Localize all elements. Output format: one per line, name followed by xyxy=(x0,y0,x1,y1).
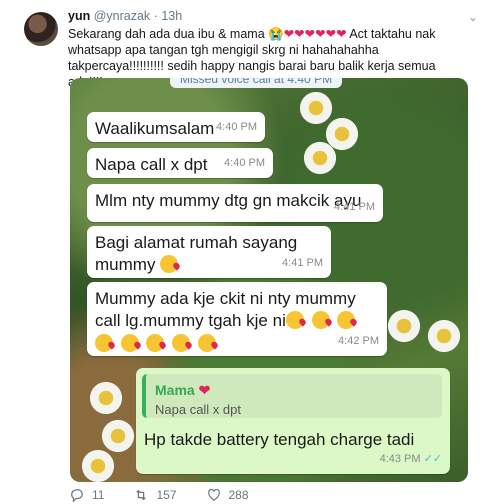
kiss-emoji xyxy=(120,334,139,352)
tweet-actions: 11 157 288 xyxy=(70,488,279,502)
flower-decoration xyxy=(302,140,338,176)
chat-bubble: Napa call x dpt 4:40 PM xyxy=(87,148,273,178)
tweet-image[interactable]: Missed voice call at 4:40 PM Waalikumsal… xyxy=(70,78,468,482)
tweet-header: yun @ynrazak · 13h xyxy=(68,9,183,23)
kiss-emoji xyxy=(160,255,179,273)
tweet: yun @ynrazak · 13h ⌄ Sekarang dah ada du… xyxy=(0,0,490,504)
flower-decoration xyxy=(80,448,116,482)
avatar[interactable] xyxy=(24,12,58,46)
reply-button[interactable]: 11 xyxy=(70,488,104,502)
kiss-emoji xyxy=(197,334,216,352)
quoted-message[interactable]: Mama ❤ Napa call x dpt xyxy=(142,374,442,418)
reply-count: 11 xyxy=(92,488,105,502)
heart-emojis: ❤❤❤❤❤❤ xyxy=(283,27,347,41)
chat-bubble: Bagi alamat rumah sayang mummy 4:41 PM xyxy=(87,226,331,278)
caret-down-icon[interactable]: ⌄ xyxy=(468,10,478,24)
kiss-emoji xyxy=(337,311,356,329)
flower-decoration xyxy=(88,380,124,416)
chat-bubble: Mummy ada kje ckit ni nty mummy call lg.… xyxy=(87,282,387,356)
tweet-time[interactable]: 13h xyxy=(161,9,182,23)
chat-bubble: Mlm nty mummy dtg gn makcik ayu 4:41 PM xyxy=(87,184,383,222)
read-ticks-icon: ✓✓ xyxy=(423,453,442,465)
like-button[interactable]: 288 xyxy=(207,488,249,502)
chat-bubble: Waalikumsalam 4:40 PM xyxy=(87,112,265,142)
kiss-emoji xyxy=(172,334,191,352)
kiss-emoji xyxy=(311,311,330,329)
flower-decoration xyxy=(386,308,422,344)
reply-icon xyxy=(71,489,83,502)
sent-reply-bubble: Mama ❤ Napa call x dpt Hp takde battery … xyxy=(136,368,450,474)
author-name[interactable]: yun xyxy=(68,9,90,23)
author-handle[interactable]: @ynrazak xyxy=(94,9,150,23)
like-icon xyxy=(207,488,220,501)
like-count: 288 xyxy=(228,488,249,502)
retweet-icon xyxy=(136,489,147,501)
kiss-emoji xyxy=(285,311,304,329)
missed-call-label: Missed voice call at 4:40 PM xyxy=(170,78,343,88)
kiss-emoji xyxy=(95,334,113,352)
retweet-count: 157 xyxy=(156,488,177,502)
flower-decoration xyxy=(426,318,462,354)
retweet-button[interactable]: 157 xyxy=(134,488,177,502)
kiss-emoji xyxy=(146,334,165,352)
